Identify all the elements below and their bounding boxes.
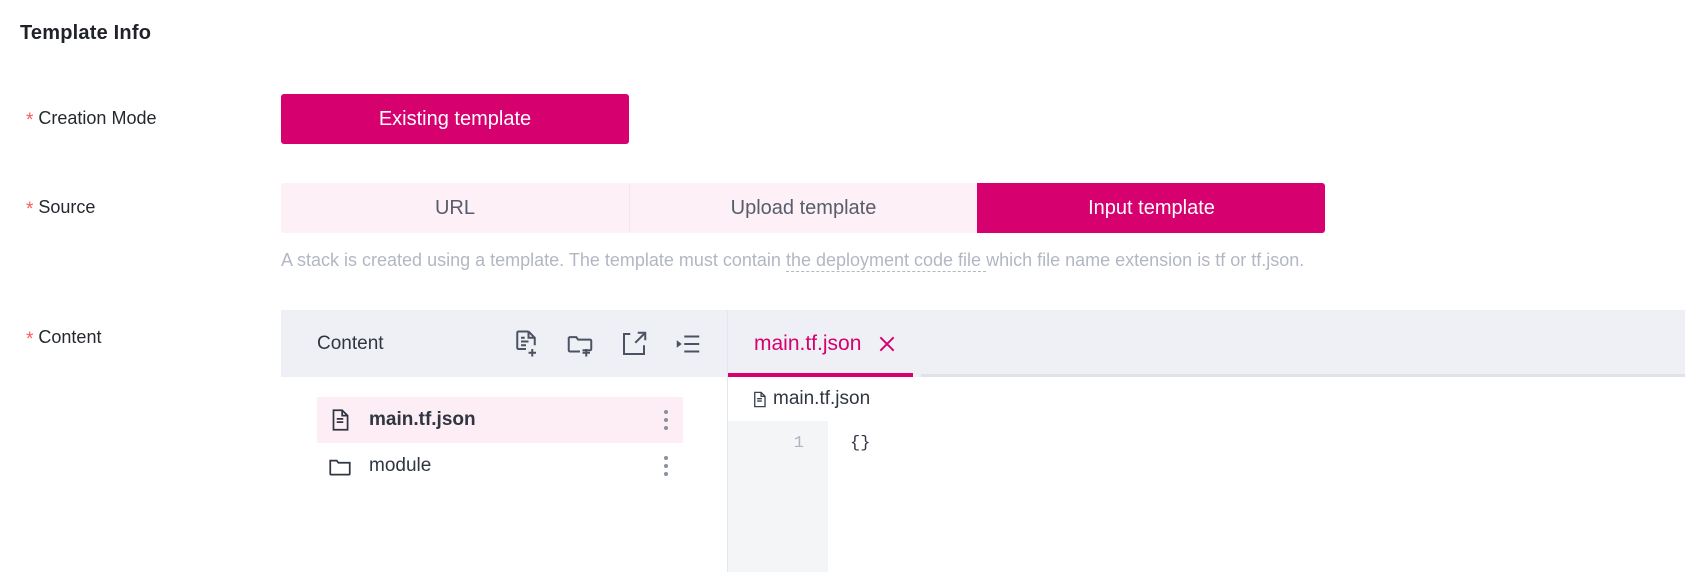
line-number: 1 — [793, 434, 804, 453]
page-title: Template Info — [20, 22, 152, 44]
creation-mode-label: * Creation Mode — [26, 108, 157, 131]
editor-tab-label: main.tf.json — [754, 331, 862, 355]
close-icon[interactable] — [877, 334, 897, 354]
file-tree-item-label: main.tf.json — [369, 409, 476, 430]
file-tree: main.tf.json module — [281, 377, 727, 489]
source-option-upload-template[interactable]: Upload template — [629, 183, 977, 233]
file-tree-item-module[interactable]: module — [317, 443, 683, 489]
code-content[interactable]: {} — [828, 421, 1685, 572]
file-icon — [332, 409, 349, 431]
source-helper-text: A stack is created using a template. The… — [281, 250, 1305, 272]
code-editor-pane: main.tf.json main.tf.json 1 {} — [728, 310, 1685, 572]
line-number-gutter: 1 — [728, 421, 828, 572]
folder-icon — [329, 459, 351, 476]
code-area: 1 {} — [728, 421, 1685, 572]
file-tree-item-label: module — [369, 455, 432, 476]
source-option-url[interactable]: URL — [281, 183, 629, 233]
code-line: {} — [850, 434, 871, 453]
editor-tab-bar-filler — [921, 310, 1685, 377]
file-explorer-pane: Content main.tf.json module — [281, 310, 728, 572]
source-option-input-template[interactable]: Input template — [977, 183, 1325, 233]
creation-mode-label-text: Creation Mode — [38, 108, 157, 128]
file-icon — [754, 391, 766, 407]
file-explorer-toolbar: Content — [281, 310, 727, 377]
file-explorer-title: Content — [317, 332, 384, 354]
file-tree-item-main-tf-json[interactable]: main.tf.json — [317, 397, 683, 443]
source-label-text: Source — [38, 197, 96, 217]
upload-file-icon[interactable] — [619, 329, 649, 359]
file-explorer-toolbar-icons — [511, 329, 703, 359]
required-asterisk: * — [26, 199, 34, 220]
breadcrumb: main.tf.json — [728, 377, 1685, 421]
helper-text-after: which file name extension is tf or tf.js… — [986, 250, 1305, 270]
more-vertical-icon[interactable] — [663, 410, 669, 430]
editor-tab-bar: main.tf.json — [728, 310, 1685, 377]
collapse-all-icon[interactable] — [673, 329, 703, 359]
deployment-code-file-tooltip-term[interactable]: the deployment code file — [785, 250, 987, 272]
content-label-text: Content — [38, 327, 102, 347]
creation-mode-existing-template-button[interactable]: Existing template — [281, 94, 629, 144]
more-vertical-icon[interactable] — [663, 456, 669, 476]
required-asterisk: * — [26, 329, 34, 350]
editor-tab-main-tf-json[interactable]: main.tf.json — [728, 310, 922, 377]
source-segmented-control: URL Upload template Input template — [281, 183, 1325, 233]
template-info-form: Template Info * Creation Mode Existing te… — [0, 0, 1685, 572]
breadcrumb-file-name: main.tf.json — [773, 388, 871, 409]
new-file-icon[interactable] — [511, 329, 541, 359]
required-asterisk: * — [26, 110, 34, 131]
helper-text-before: A stack is created using a template. The… — [281, 250, 786, 270]
source-label: * Source — [26, 197, 96, 220]
template-content-editor: Content main.tf.json module main.tf.json… — [281, 310, 1685, 572]
new-folder-icon[interactable] — [565, 329, 595, 359]
content-label: * Content — [26, 327, 102, 350]
